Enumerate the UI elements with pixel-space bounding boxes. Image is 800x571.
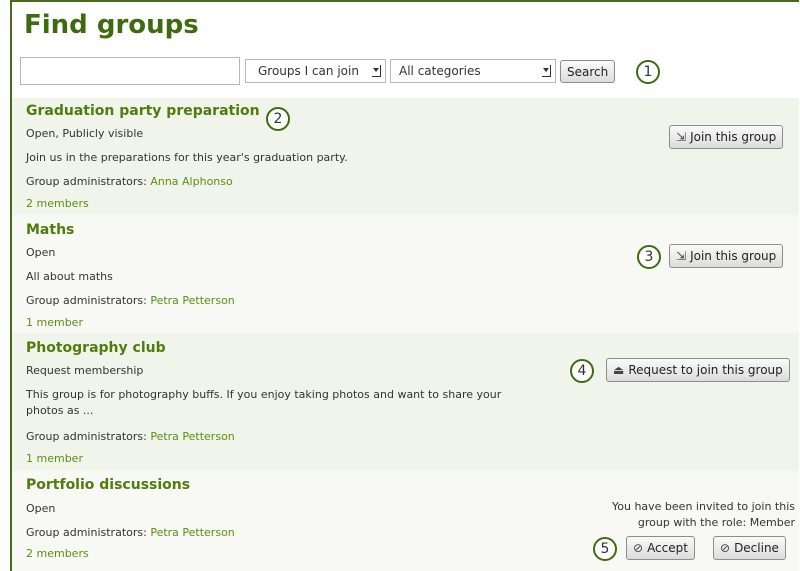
group-status: Open, Publicly visible — [26, 127, 144, 140]
group-admins-label: Group administrators: — [26, 175, 151, 188]
group-name-link[interactable]: Portfolio discussions — [26, 477, 190, 493]
group-description-line: This group is for photography buffs. If … — [26, 388, 502, 401]
admin-link[interactable]: Petra Petterson — [150, 294, 234, 307]
join-group-button[interactable]: ⇲ Join this group — [669, 125, 784, 149]
admin-link[interactable]: Petra Petterson — [150, 526, 234, 539]
group-row-portfolio: Portfolio discussions Open Group adminis… — [12, 471, 799, 571]
chevron-down-icon — [542, 65, 551, 77]
group-name-link[interactable]: Maths — [26, 222, 74, 238]
group-name-link[interactable]: Photography club — [26, 340, 166, 356]
group-status: Open — [26, 502, 56, 515]
invite-message-line: group with the role: Member — [637, 516, 795, 529]
group-filter-select[interactable]: Groups I can join — [245, 59, 386, 83]
request-icon: ⏏ — [613, 363, 625, 377]
accept-icon: ⊘ — [633, 541, 644, 555]
callout-5: 5 — [593, 537, 617, 561]
callout-3: 3 — [637, 245, 661, 269]
group-description: All about maths — [26, 270, 113, 283]
group-admins: Group administrators: Anna Alphonso — [26, 174, 233, 190]
members-link[interactable]: 1 member — [26, 315, 83, 331]
members-link[interactable]: 2 members — [26, 196, 89, 212]
group-description-line: photos as ... — [26, 404, 94, 417]
accept-button[interactable]: ⊘ Accept — [626, 536, 695, 560]
callout-2: 2 — [266, 107, 290, 131]
group-admins: Group administrators: Petra Petterson — [26, 525, 235, 541]
request-join-button[interactable]: ⏏ Request to join this group — [606, 358, 790, 382]
join-icon: ⇲ — [676, 249, 687, 263]
decline-button[interactable]: ⊘ Decline — [713, 536, 786, 560]
group-description: Join us in the preparations for this yea… — [26, 151, 348, 164]
page-title: Find groups — [24, 10, 199, 40]
category-select[interactable]: All categories — [390, 59, 556, 83]
search-button[interactable]: Search — [560, 60, 616, 83]
group-name-link[interactable]: Graduation party preparation — [26, 103, 260, 119]
join-group-label: Join this group — [690, 130, 777, 144]
group-row-maths: Maths Open All about maths Group adminis… — [12, 215, 799, 333]
callout-1: 1 — [636, 60, 660, 84]
accept-label: Accept — [647, 541, 688, 555]
invite-message-line: You have been invited to join this — [611, 500, 795, 513]
search-input[interactable] — [20, 57, 240, 85]
decline-icon: ⊘ — [720, 541, 731, 555]
group-admins: Group administrators: Petra Petterson — [26, 429, 235, 445]
group-row-graduation: Graduation party preparation Open, Publi… — [12, 98, 799, 215]
group-admins-label: Group administrators: — [26, 430, 151, 443]
group-admins-label: Group administrators: — [26, 294, 151, 307]
group-status: Open — [26, 246, 56, 259]
group-row-photography: Photography club Request membership This… — [12, 333, 799, 471]
group-status: Request membership — [26, 364, 144, 377]
admin-link[interactable]: Anna Alphonso — [150, 175, 232, 188]
join-icon: ⇲ — [676, 130, 687, 144]
chevron-down-icon — [372, 65, 381, 77]
members-link[interactable]: 2 members — [26, 546, 89, 562]
request-join-label: Request to join this group — [628, 363, 783, 377]
group-description: This group is for photography buffs. If … — [26, 387, 501, 419]
join-group-label: Join this group — [690, 249, 777, 263]
decline-label: Decline — [734, 541, 779, 555]
invite-message: You have been invited to join this group… — [612, 499, 795, 531]
members-link[interactable]: 1 member — [26, 451, 83, 467]
admin-link[interactable]: Petra Petterson — [150, 430, 234, 443]
group-admins: Group administrators: Petra Petterson — [26, 293, 235, 309]
category-value: All categories — [399, 64, 481, 78]
group-filter-value: Groups I can join — [258, 64, 359, 78]
callout-4: 4 — [570, 359, 594, 383]
search-button-label: Search — [567, 65, 609, 79]
join-group-button[interactable]: ⇲ Join this group — [669, 244, 784, 268]
group-admins-label: Group administrators: — [26, 526, 151, 539]
